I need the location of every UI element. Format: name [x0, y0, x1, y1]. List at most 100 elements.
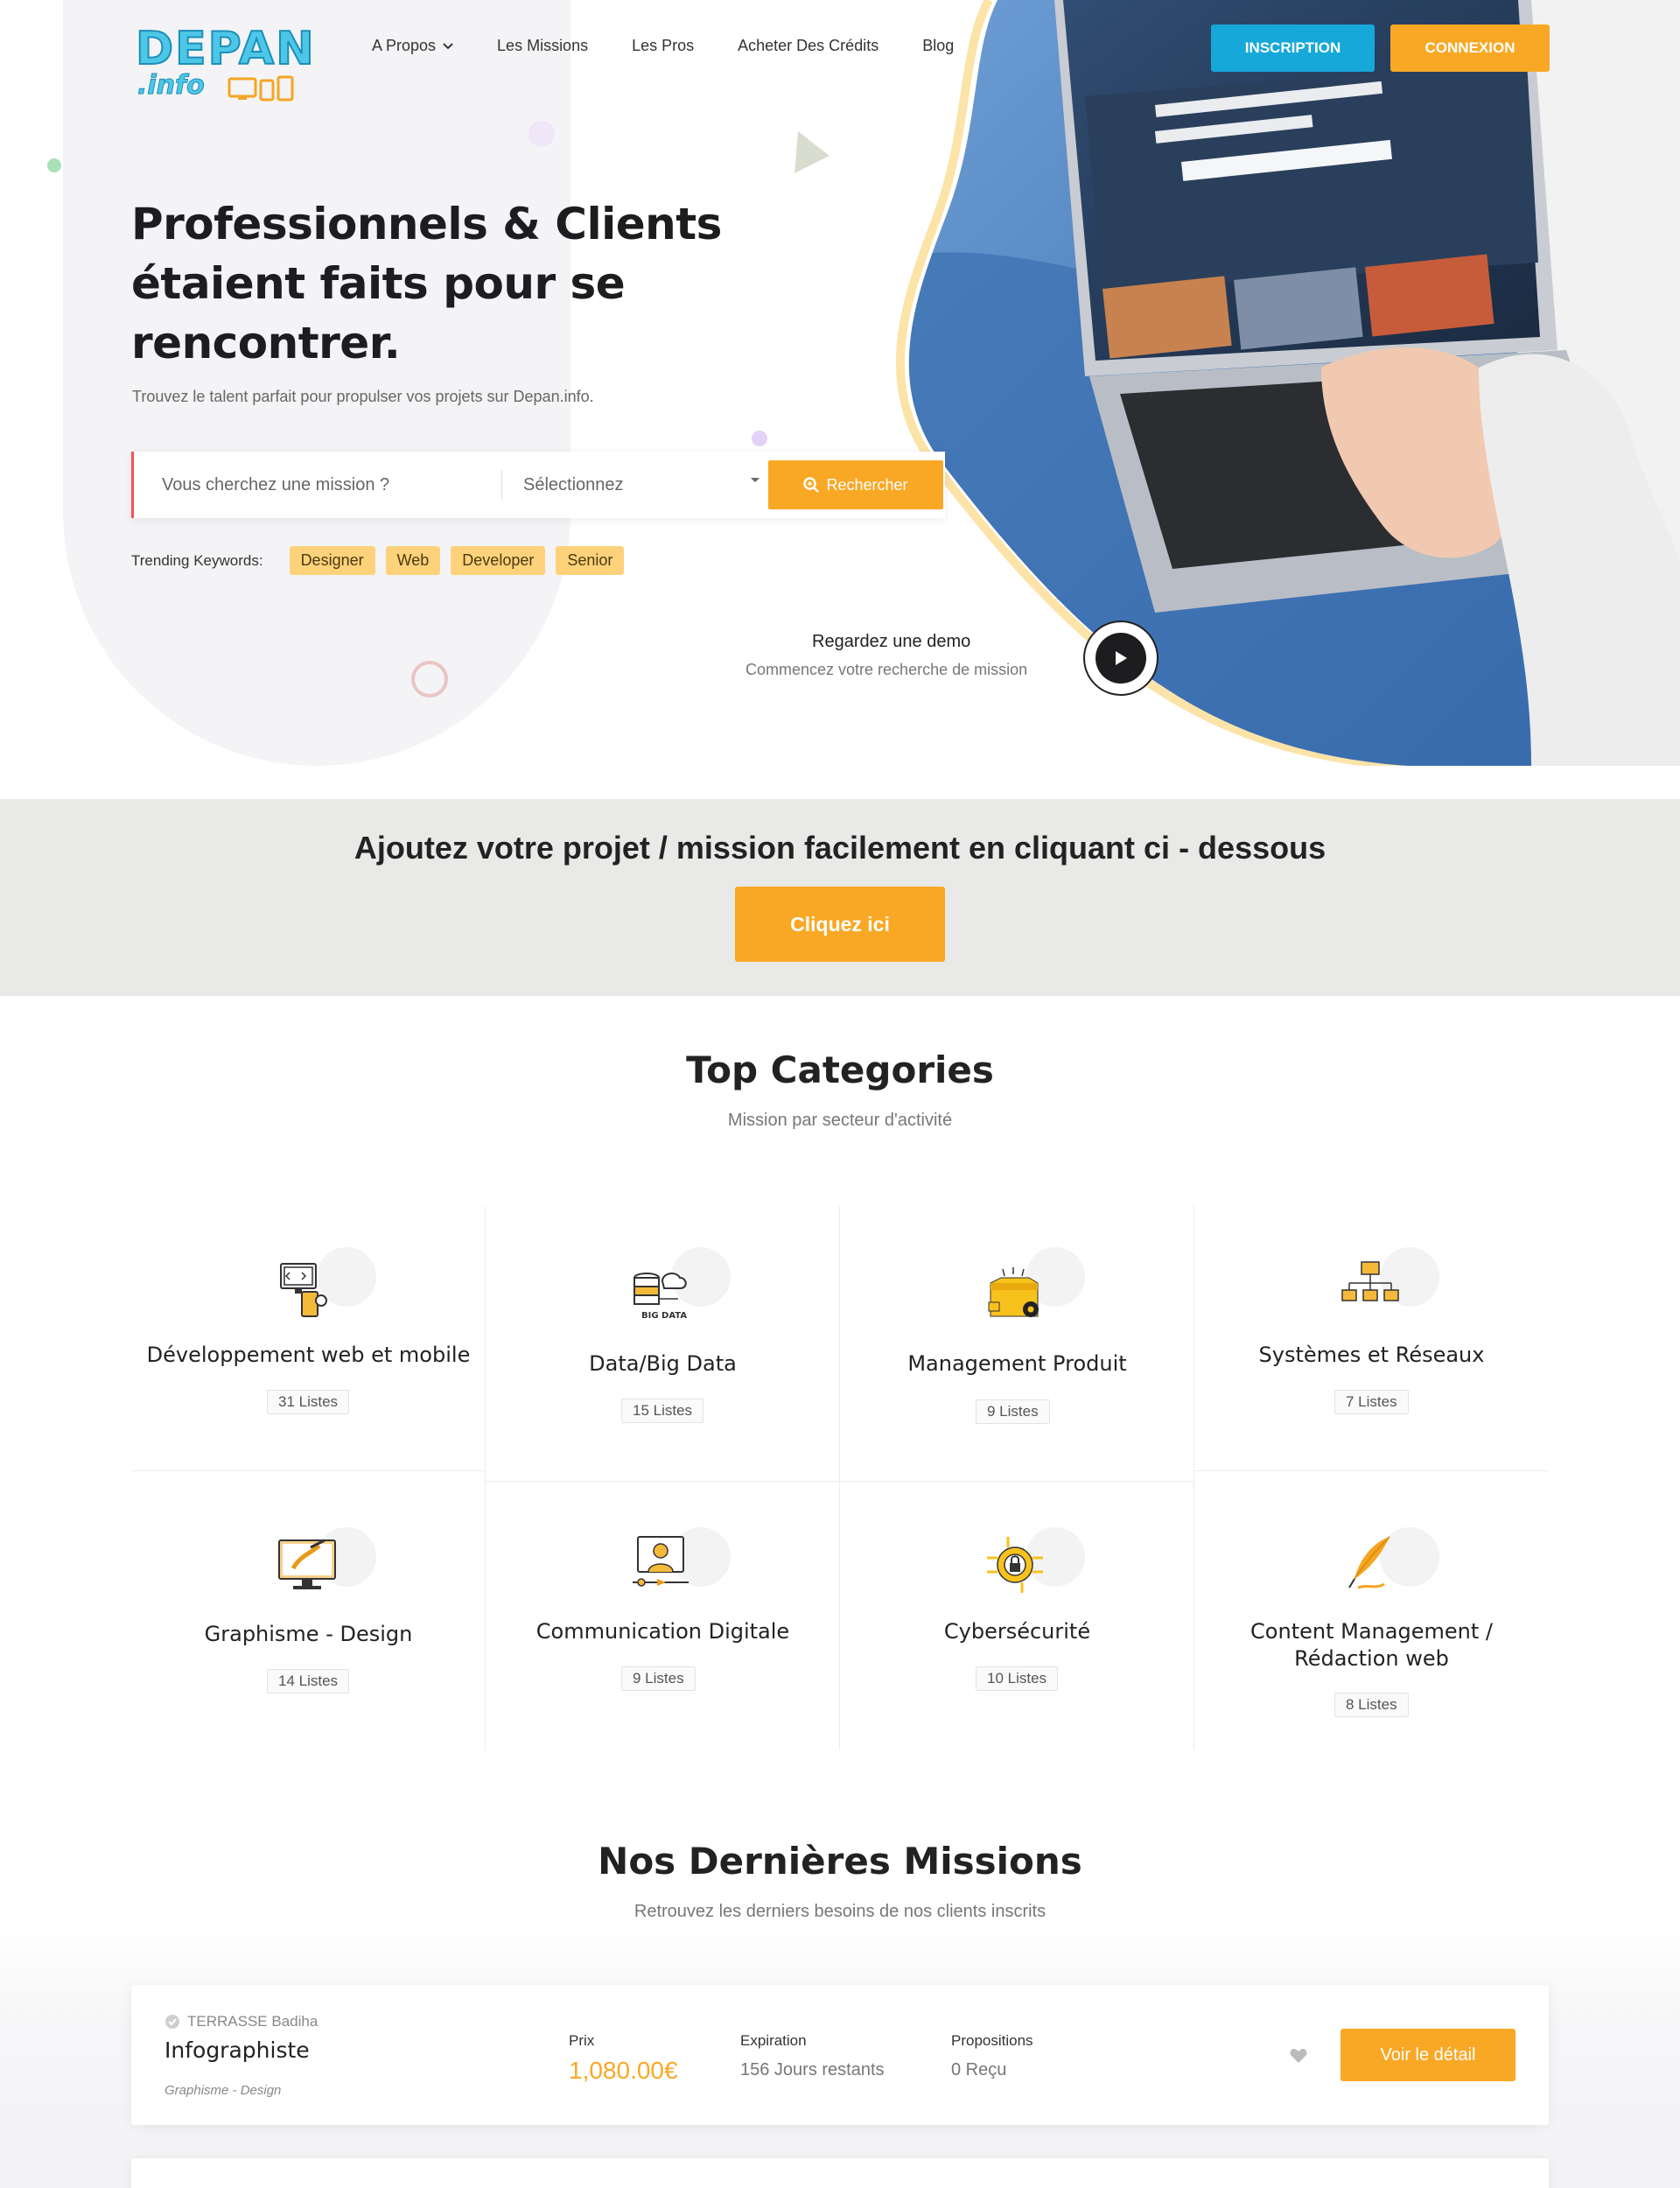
heart-favorite-icon[interactable] [1290, 2048, 1307, 2064]
expiration-value: 156 Jours restants [740, 2060, 885, 2079]
hero-title: Professionnels & Clients étaient faits p… [131, 194, 744, 373]
nav-label: Blog [922, 37, 955, 54]
nav-les-missions[interactable]: Les Missions [497, 37, 588, 55]
nav-les-pros[interactable]: Les Pros [632, 37, 694, 55]
trending-tag[interactable]: Designer [289, 546, 375, 575]
hero-background-shape [63, 0, 570, 766]
category-count: 7 Listes [1334, 1390, 1409, 1414]
decor-dot-green [47, 158, 61, 172]
logo-subtext: .info [137, 70, 206, 102]
expiration-label: Expiration [740, 2032, 807, 2049]
proposals-label: Propositions [951, 2032, 1033, 2049]
category-name: Data/Big Data [589, 1351, 737, 1376]
search-button-label: Rechercher [826, 475, 908, 494]
category-name: Content Management / Rédaction web [1194, 1618, 1549, 1673]
categories-title: Top Categories [686, 1048, 994, 1091]
verified-check-icon [165, 2015, 179, 2029]
play-demo-button[interactable] [1083, 621, 1158, 696]
demo-subtitle: Commencez votre recherche de mission [746, 661, 1028, 678]
decor-triangle [794, 131, 830, 173]
nav-label: Les Pros [632, 37, 695, 54]
mission-card[interactable]: TERRASSE Badiha Infographiste Graphisme … [131, 1985, 1549, 2125]
caret-down-icon [751, 478, 760, 482]
price-value: 1,080.00€ [569, 2057, 678, 2084]
cyber-security-icon [987, 1537, 1043, 1593]
category-name: Management Produit [907, 1351, 1127, 1376]
product-box-icon [988, 1267, 1039, 1317]
quill-pen-icon [1348, 1536, 1390, 1589]
search-button[interactable]: Rechercher [768, 460, 943, 509]
category-name: Systèmes et Réseaux [1258, 1343, 1485, 1367]
category-select[interactable]: Sélectionnez [502, 452, 765, 518]
mission-category: Graphisme - Design [164, 2083, 282, 2098]
mission-author: TERRASSE Badiha [164, 2013, 318, 2030]
search-bar: Sélectionnez Rechercher [131, 452, 945, 518]
category-card-graphisme-design[interactable]: Graphisme - Design 14 Listes [131, 1488, 486, 1750]
mission-search-input[interactable] [134, 452, 501, 518]
depan-logo[interactable]: DEPAN .info [135, 22, 346, 107]
missions-title: Nos Dernières Missions [598, 1840, 1082, 1883]
cliquez-ici-button[interactable]: Cliquez ici [735, 887, 945, 962]
nav-label: A Propos [372, 37, 437, 54]
banner-title: Ajoutez votre projet / mission facilemen… [354, 830, 1326, 866]
inscription-button[interactable]: INSCRIPTION [1211, 25, 1375, 72]
graphic-design-icon [278, 1539, 336, 1589]
price-label: Prix [569, 2032, 595, 2049]
nav-label: Acheter Des Crédits [738, 37, 879, 54]
nav-a-propos[interactable]: A Propos [372, 37, 453, 55]
mission-title[interactable]: Infographiste [164, 2037, 310, 2063]
category-card-content-management[interactable]: Content Management / Rédaction web 8 Lis… [1194, 1488, 1549, 1750]
hero-section: DEPAN .info A Propos Les Missions Les Pr… [0, 0, 1680, 766]
connexion-button[interactable]: CONNEXION [1390, 25, 1550, 72]
category-card-web-mobile[interactable]: Développement web et mobile 31 Listes [131, 1206, 486, 1469]
category-card-systemes-reseaux[interactable]: Systèmes et Réseaux 7 Listes [1194, 1206, 1549, 1469]
nav-acheter-credits[interactable]: Acheter Des Crédits [738, 37, 878, 55]
trending-label: Trending Keywords: [131, 551, 263, 569]
add-project-banner: Ajoutez votre projet / mission facilemen… [0, 799, 1680, 996]
hero-title-line: Professionnels & Clients [131, 199, 722, 249]
web-mobile-dev-icon [280, 1263, 327, 1317]
category-card-communication-digitale[interactable]: Communication Digitale 9 Listes [486, 1488, 840, 1750]
trending-tag[interactable]: Web [385, 546, 441, 575]
digital-communication-icon [633, 1536, 689, 1587]
category-count: 15 Listes [621, 1399, 704, 1423]
grid-divider [486, 1481, 1194, 1482]
decor-ring-pink [411, 661, 448, 698]
play-icon [1096, 633, 1146, 684]
demo-title: Regardez une demo [812, 632, 971, 651]
mission-author-name: TERRASSE Badiha [187, 2013, 318, 2030]
svg-text:BIG DATA: BIG DATA [641, 1311, 687, 1321]
logo-text: DEPAN [135, 22, 316, 76]
category-count: 9 Listes [621, 1666, 696, 1691]
category-name-line: Content Management / [1250, 1619, 1493, 1644]
grid-divider [131, 1470, 485, 1471]
mission-proposals-block: Propositions 0 Reçu [951, 2032, 1033, 2080]
category-count: 31 Listes [267, 1390, 350, 1414]
category-count: 14 Listes [267, 1669, 350, 1694]
mission-card[interactable] [131, 2158, 1549, 2188]
voir-detail-button[interactable]: Voir le détail [1340, 2029, 1516, 2081]
category-card-management-produit[interactable]: Management Produit 9 Listes [840, 1206, 1194, 1477]
hero-subtitle: Trouvez le talent parfait pour propulser… [132, 388, 594, 405]
grid-divider [1194, 1470, 1549, 1471]
category-name: Développement web et mobile [146, 1343, 471, 1367]
trending-tag[interactable]: Developer [451, 546, 546, 575]
network-icon [1341, 1261, 1399, 1301]
decor-dot-purple [752, 431, 767, 446]
trending-keywords: Trending Keywords: Designer Web Develope… [131, 546, 634, 575]
decor-dot-lavender [528, 121, 555, 147]
category-card-cybersecurite[interactable]: Cybersécurité 10 Listes [840, 1488, 1194, 1750]
nav-label: Les Missions [497, 37, 589, 54]
nav-blog[interactable]: Blog [922, 37, 954, 55]
category-card-big-data[interactable]: BIG DATA Data/Big Data 15 Listes [486, 1206, 840, 1477]
category-name: Cybersécurité [943, 1619, 1091, 1644]
category-count: 8 Listes [1334, 1693, 1409, 1717]
hero-title-line: rencontrer. [131, 318, 401, 368]
hero-laptop-photo [895, 0, 1680, 766]
trending-tag[interactable]: Senior [556, 546, 625, 575]
search-zoom-icon [803, 477, 820, 493]
proposals-value: 0 Reçu [951, 2060, 1007, 2079]
category-name: Communication Digitale [536, 1619, 790, 1644]
big-data-icon: BIG DATA [634, 1273, 687, 1321]
category-select-value: Sélectionnez [523, 474, 624, 494]
